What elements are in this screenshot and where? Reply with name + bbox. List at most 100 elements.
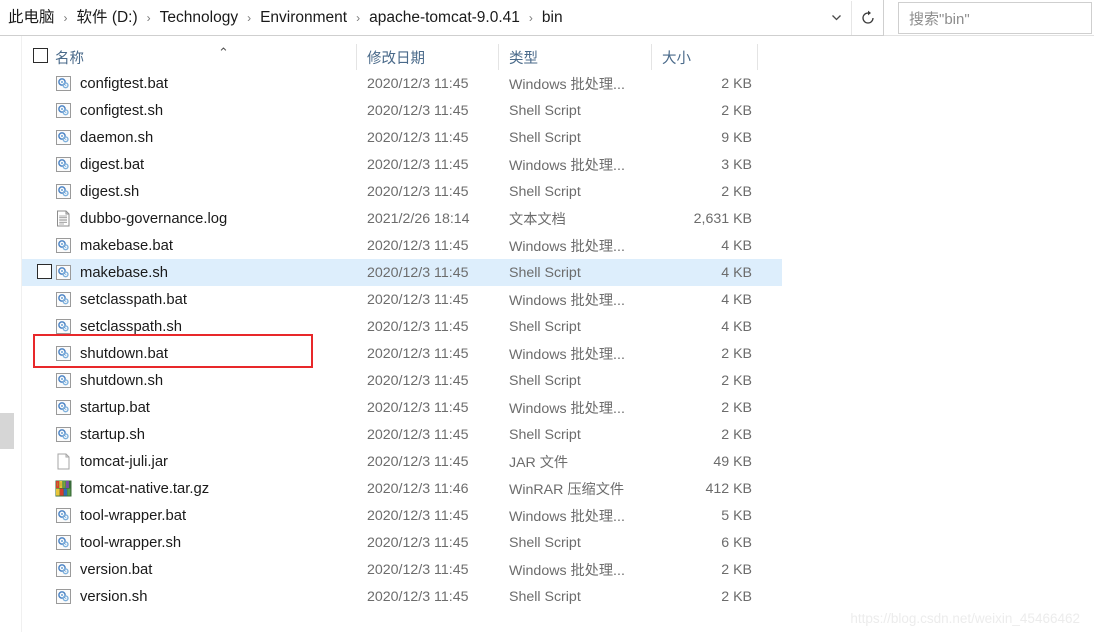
file-row[interactable]: daemon.sh 2020/12/3 11:45 Shell Script 9 KB [22, 124, 782, 151]
file-name-cell[interactable]: configtest.bat [55, 70, 168, 97]
file-date-cell: 2020/12/3 11:46 [367, 480, 469, 497]
file-name-cell[interactable]: setclasspath.bat [55, 286, 187, 313]
file-row[interactable]: tomcat-juli.jar 2020/12/3 11:45 JAR 文件 49 K… [22, 448, 782, 475]
script-file-icon [55, 399, 72, 416]
breadcrumb[interactable]: 此电脑 › 软件 (D:) › Technology › Environment › apach… [4, 0, 821, 35]
file-date-cell: 2020/12/3 11:45 [367, 183, 469, 200]
breadcrumb-item[interactable]: Technology [156, 8, 242, 28]
watermark: https://blog.csdn.net/weixin_45466462 [850, 611, 1080, 626]
select-all-checkbox[interactable] [33, 48, 48, 63]
script-file-icon [55, 507, 72, 524]
file-row[interactable]: digest.bat 2020/12/3 11:45 Windows 批处理... 3… [22, 151, 782, 178]
file-name-label: makebase.bat [80, 237, 173, 254]
file-name-cell[interactable]: shutdown.sh [55, 367, 163, 394]
file-size-cell: 9 KB [721, 129, 752, 146]
script-file-icon [55, 291, 72, 308]
script-file-icon [55, 534, 72, 551]
file-name-cell[interactable]: digest.bat [55, 151, 144, 178]
file-row[interactable]: tool-wrapper.sh 2020/12/3 11:45 Shell Scri… [22, 529, 782, 556]
column-divider[interactable] [757, 44, 758, 70]
search-input[interactable]: 搜索"bin" [898, 2, 1092, 34]
address-bar[interactable]: 此电脑 › 软件 (D:) › Technology › Environment › apach… [0, 0, 884, 36]
breadcrumb-separator: › [146, 10, 151, 25]
file-row[interactable]: configtest.sh 2020/12/3 11:45 Shell Script… [22, 97, 782, 124]
file-row[interactable]: dubbo-governance.log 2021/2/26 18:14 文本文档 2… [22, 205, 782, 232]
column-divider[interactable] [498, 44, 499, 70]
file-name-label: version.sh [80, 588, 148, 605]
file-date-cell: 2020/12/3 11:45 [367, 102, 469, 119]
breadcrumb-item[interactable]: 此电脑 [4, 8, 59, 28]
file-row[interactable]: digest.sh 2020/12/3 11:45 Shell Script 2 KB [22, 178, 782, 205]
file-row[interactable]: tomcat-native.tar.gz 2020/12/3 11:46 WinRA… [22, 475, 782, 502]
file-row[interactable]: version.sh 2020/12/3 11:45 Shell Script 2 K… [22, 583, 782, 610]
row-checkbox[interactable] [37, 264, 52, 279]
file-name-cell[interactable]: startup.sh [55, 421, 145, 448]
chevron-down-icon[interactable] [821, 1, 851, 35]
file-type-cell: Shell Script [509, 318, 581, 335]
file-name-cell[interactable]: daemon.sh [55, 124, 153, 151]
file-list[interactable]: configtest.bat 2020/12/3 11:45 Windows 批处理… [22, 70, 1094, 610]
file-name-cell[interactable]: setclasspath.sh [55, 313, 182, 340]
file-row[interactable]: makebase.bat 2020/12/3 11:45 Windows 批处理..… [22, 232, 782, 259]
refresh-icon[interactable] [851, 0, 883, 35]
file-name-label: setclasspath.sh [80, 318, 182, 335]
breadcrumb-item[interactable]: bin [538, 8, 567, 28]
file-name-cell[interactable]: configtest.sh [55, 97, 163, 124]
file-name-cell[interactable]: tool-wrapper.sh [55, 529, 181, 556]
file-row[interactable]: configtest.bat 2020/12/3 11:45 Windows 批处理… [22, 70, 782, 97]
file-name-cell[interactable]: tool-wrapper.bat [55, 502, 186, 529]
script-file-icon [55, 183, 72, 200]
breadcrumb-item[interactable]: Environment [256, 8, 351, 28]
breadcrumb-item[interactable]: apache-tomcat-9.0.41 [365, 8, 524, 28]
file-size-cell: 4 KB [721, 237, 752, 254]
file-name-cell[interactable]: version.bat [55, 556, 152, 583]
explorer-toolbar: 此电脑 › 软件 (D:) › Technology › Environment › apach… [0, 0, 1094, 36]
file-name-label: daemon.sh [80, 129, 154, 146]
file-row[interactable]: shutdown.bat 2020/12/3 11:45 Windows 批处理..… [22, 340, 782, 367]
pane-splitter-handle[interactable] [0, 413, 14, 449]
file-name-cell[interactable]: makebase.bat [55, 232, 173, 259]
script-file-icon [55, 372, 72, 389]
file-type-cell: Shell Script [509, 426, 581, 443]
breadcrumb-item[interactable]: 软件 (D:) [73, 8, 142, 28]
file-date-cell: 2020/12/3 11:45 [367, 399, 469, 416]
file-name-cell[interactable]: startup.bat [55, 394, 150, 421]
column-header-type[interactable]: 类型 [509, 47, 538, 68]
file-row[interactable]: startup.sh 2020/12/3 11:45 Shell Script 2 K… [22, 421, 782, 448]
column-header-date[interactable]: 修改日期 [367, 47, 425, 68]
file-name-cell[interactable]: makebase.sh [55, 259, 168, 286]
file-type-cell: Shell Script [509, 264, 581, 281]
file-size-cell: 4 KB [721, 318, 752, 335]
column-header-size[interactable]: 大小 [662, 47, 691, 68]
file-date-cell: 2020/12/3 11:45 [367, 372, 469, 389]
file-type-cell: Shell Script [509, 102, 581, 119]
column-header-row: 名称 ⌃ 修改日期 类型 大小 [22, 44, 1094, 70]
file-row[interactable]: version.bat 2020/12/3 11:45 Windows 批处理...… [22, 556, 782, 583]
file-name-cell[interactable]: shutdown.bat [55, 340, 168, 367]
file-row[interactable]: tool-wrapper.bat 2020/12/3 11:45 Windows 批… [22, 502, 782, 529]
file-row[interactable]: startup.bat 2020/12/3 11:45 Windows 批处理...… [22, 394, 782, 421]
script-file-icon [55, 102, 72, 119]
file-name-cell[interactable]: tomcat-native.tar.gz [55, 475, 209, 502]
file-date-cell: 2020/12/3 11:45 [367, 75, 469, 92]
file-name-cell[interactable]: digest.sh [55, 178, 139, 205]
file-type-cell: Windows 批处理... [509, 76, 625, 93]
file-row[interactable]: setclasspath.bat 2020/12/3 11:45 Windows 批… [22, 286, 782, 313]
file-size-cell: 2 KB [721, 372, 752, 389]
file-name-label: digest.bat [80, 156, 145, 173]
file-row[interactable]: setclasspath.sh 2020/12/3 11:45 Shell Scri… [22, 313, 782, 340]
file-row[interactable]: makebase.sh 2020/12/3 11:45 Shell Script 4 … [22, 259, 782, 286]
file-name-label: tool-wrapper.bat [80, 507, 187, 524]
column-header-name[interactable]: 名称 ⌃ [55, 46, 229, 68]
file-type-cell: WinRAR 压缩文件 [509, 481, 625, 498]
file-row[interactable]: shutdown.sh 2020/12/3 11:45 Shell Script 2 … [22, 367, 782, 394]
file-size-cell: 4 KB [721, 291, 752, 308]
column-divider[interactable] [356, 44, 357, 70]
file-type-cell: Windows 批处理... [509, 508, 625, 525]
file-name-label: startup.sh [80, 426, 145, 443]
file-name-cell[interactable]: version.sh [55, 583, 147, 610]
file-name-cell[interactable]: dubbo-governance.log [55, 205, 227, 232]
column-divider[interactable] [651, 44, 652, 70]
file-size-cell: 2 KB [721, 561, 752, 578]
file-name-cell[interactable]: tomcat-juli.jar [55, 448, 168, 475]
